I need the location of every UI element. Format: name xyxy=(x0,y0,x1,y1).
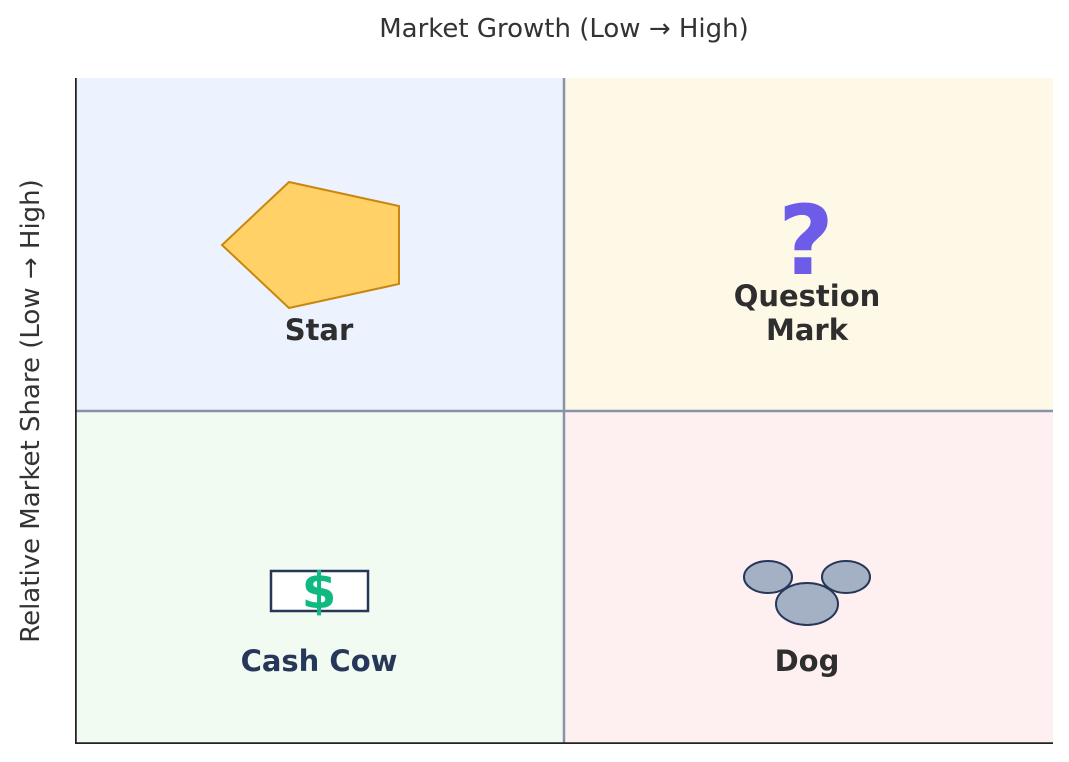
x-axis-title: Market Growth (Low → High) xyxy=(379,14,749,44)
pentagon-icon xyxy=(220,180,400,310)
paw-icon xyxy=(743,560,871,626)
dollar-bill-icon: $ xyxy=(269,562,370,620)
dog-label: Dog xyxy=(774,644,840,678)
star-label: Star xyxy=(284,313,354,347)
cash-cow-label: Cash Cow xyxy=(240,644,398,678)
y-axis-title: Relative Market Share (Low → High) xyxy=(16,179,46,643)
question-mark-label: Question Mark xyxy=(707,279,907,347)
bcg-matrix: ? $ Star Question Mark Cash Cow Dog xyxy=(75,78,1053,744)
question-mark-label-line2: Mark xyxy=(765,313,848,347)
question-mark-label-line1: Question xyxy=(733,279,881,313)
svg-text:$: $ xyxy=(302,562,337,620)
